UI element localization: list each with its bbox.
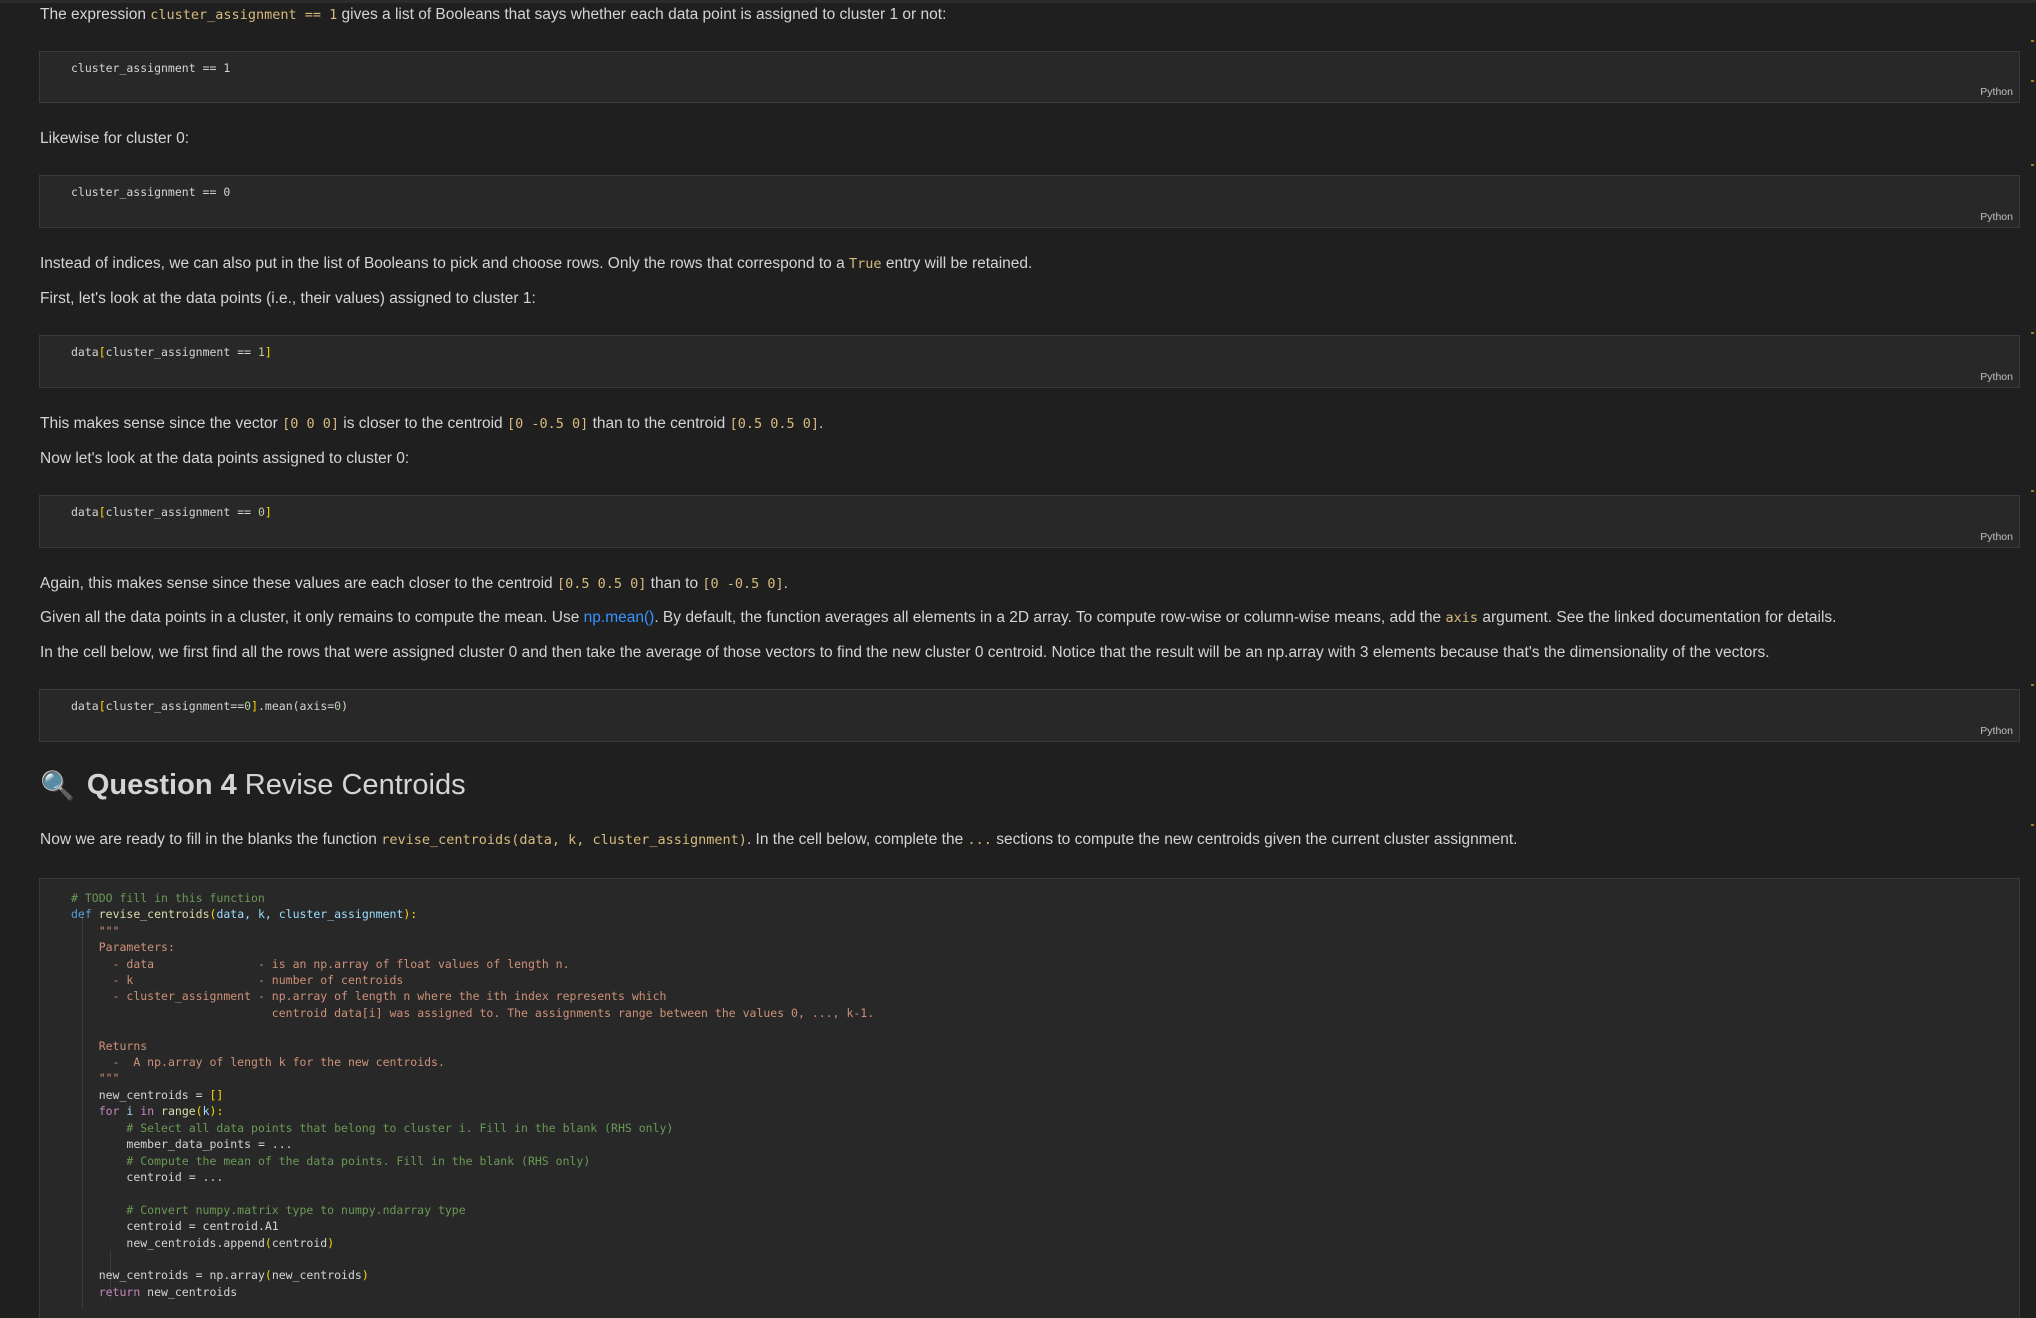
code-editor[interactable]: cluster_assignment == 1 <box>71 60 230 76</box>
markdown-paragraph: In the cell below, we first find all the… <box>40 644 1770 661</box>
markdown-paragraph: Instead of indices, we can also put in t… <box>40 255 1033 272</box>
markdown-paragraph: Now we are ready to fill in the blanks t… <box>40 831 1518 848</box>
scrollbar-marker <box>2031 80 2034 82</box>
scrollbar-marker <box>2031 824 2034 826</box>
markdown-paragraph: The expression cluster_assignment == 1 g… <box>40 6 947 23</box>
question-heading: 🔍 Question 4 Revise Centroids <box>40 769 466 801</box>
code-cell[interactable]: cluster_assignment == 0 Python <box>39 175 2020 228</box>
inline-code: revise_centroids(data, k, cluster_assign… <box>381 832 747 848</box>
code-cell[interactable]: data[cluster_assignment==0].mean(axis=0)… <box>39 689 2020 742</box>
code-cell[interactable]: data[cluster_assignment == 1] Python <box>39 335 2020 388</box>
code-cell[interactable]: cluster_assignment == 1 Python <box>39 51 2020 103</box>
inline-code: [0 -0.5 0] <box>506 416 589 432</box>
inline-code: True <box>849 256 882 272</box>
code-editor[interactable]: data[cluster_assignment == 0] <box>71 504 272 520</box>
cell-language-label[interactable]: Python <box>1980 531 2013 543</box>
scrollbar-marker <box>2031 490 2034 492</box>
np-mean-link[interactable]: np.mean() <box>584 609 655 626</box>
code-editor[interactable]: # TODO fill in this function def revise_… <box>71 890 874 1300</box>
cell-language-label[interactable]: Python <box>1980 86 2013 98</box>
code-editor[interactable]: data[cluster_assignment==0].mean(axis=0) <box>71 698 348 714</box>
inline-code: ... <box>967 832 992 848</box>
code-editor[interactable]: data[cluster_assignment == 1] <box>71 344 272 360</box>
markdown-paragraph: First, let's look at the data points (i.… <box>40 290 536 307</box>
markdown-paragraph: This makes sense since the vector [0 0 0… <box>40 415 824 432</box>
scrollbar-marker <box>2031 164 2034 166</box>
scrollbar-marker <box>2031 684 2034 686</box>
markdown-paragraph: Likewise for cluster 0: <box>40 130 190 147</box>
markdown-paragraph: Given all the data points in a cluster, … <box>40 609 1837 626</box>
markdown-paragraph: Now let's look at the data points assign… <box>40 450 410 467</box>
inline-code: [0.5 0.5 0] <box>729 416 819 432</box>
inline-code: [0 0 0] <box>282 416 339 432</box>
code-editor[interactable]: cluster_assignment == 0 <box>71 184 230 200</box>
scrollbar-marker <box>2031 332 2034 334</box>
inline-code: [0.5 0.5 0] <box>556 576 647 592</box>
top-border <box>0 0 2036 3</box>
markdown-paragraph: Again, this makes sense since these valu… <box>40 575 788 592</box>
inline-code: cluster_assignment == 1 <box>150 7 338 23</box>
inline-code: axis <box>1445 610 1479 626</box>
cell-language-label[interactable]: Python <box>1980 725 2013 737</box>
code-cell[interactable]: # TODO fill in this function def revise_… <box>39 878 2020 1318</box>
magnifier-icon: 🔍 <box>40 770 75 801</box>
inline-code: [0 -0.5 0] <box>702 576 784 592</box>
scrollbar-marker <box>2031 40 2034 42</box>
code-cell[interactable]: data[cluster_assignment == 0] Python <box>39 495 2020 548</box>
cell-language-label[interactable]: Python <box>1980 371 2013 383</box>
cell-language-label[interactable]: Python <box>1980 211 2013 223</box>
